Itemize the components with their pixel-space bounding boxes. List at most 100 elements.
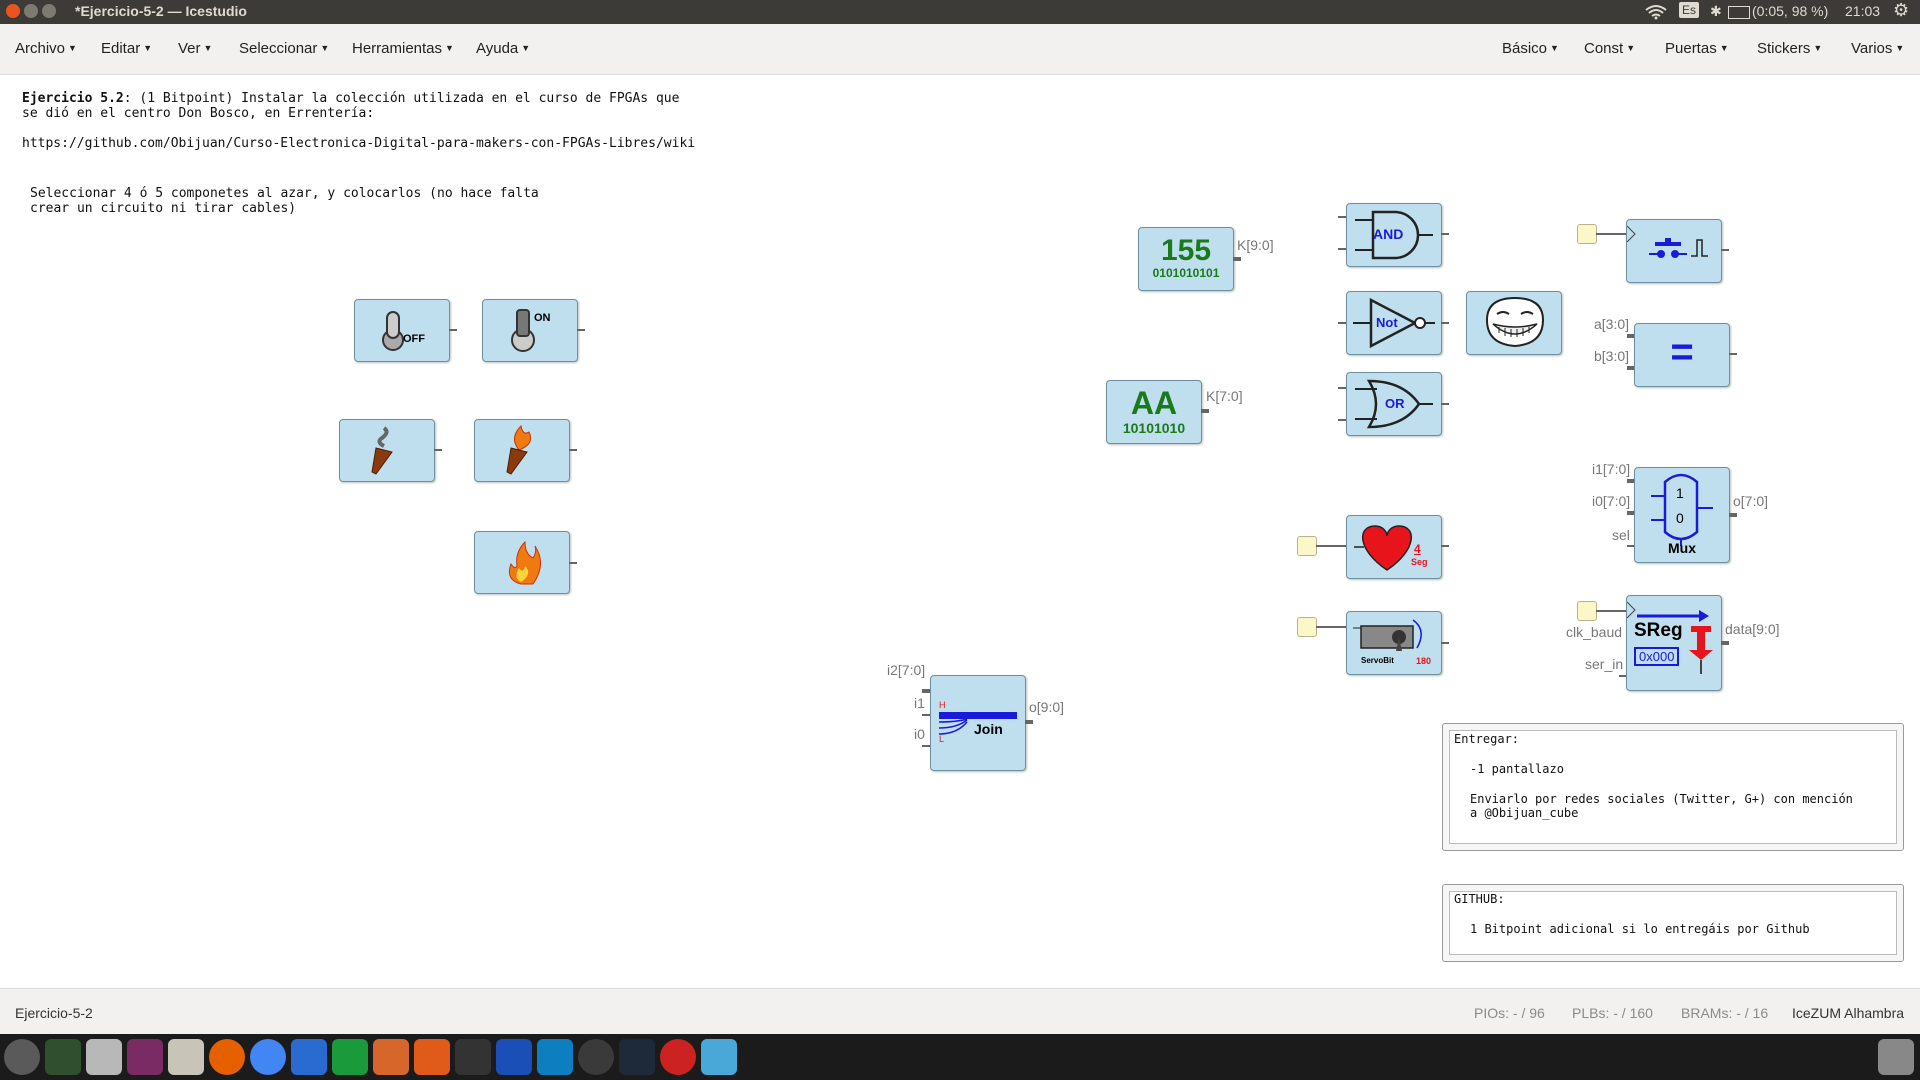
menu-label: Ayuda [476,40,519,57]
keyboard-layout-indicator[interactable]: Es [1679,2,1700,18]
output-pin [1441,642,1449,644]
entregar-note[interactable]: Entregar: -1 pantallazo Enviarlo por red… [1442,723,1904,851]
join-high-marker: H [939,700,946,710]
switch-on-block[interactable]: ON [482,299,578,362]
menu-label: Stickers [1757,40,1811,57]
mux-input1-label: 1 [1676,485,1684,501]
output-pin [1729,353,1737,355]
menu-ver[interactable]: Ver ▼ [178,40,212,57]
constant-bits: 0101010101 [1152,266,1220,280]
minimize-window-button[interactable] [24,4,38,18]
terminal-icon[interactable] [455,1039,491,1075]
output-pin [1721,641,1729,645]
mux-label: Mux [1668,540,1696,556]
comparator-block[interactable]: = [1634,323,1730,387]
steam-icon[interactable] [619,1039,655,1075]
output-pin [1721,249,1729,251]
system-monitor-icon[interactable] [45,1039,81,1075]
exercise-header[interactable]: Ejercicio 5.2: (1 Bitpoint) Instalar la … [22,91,679,106]
menu-stickers[interactable]: Stickers ▼ [1757,40,1822,57]
github-note[interactable]: GITHUB: 1 Bitpoint adicional si lo entre… [1442,884,1904,962]
target-app-icon[interactable] [578,1039,614,1075]
torch-on-block[interactable] [474,419,570,482]
input-port-box[interactable] [1577,601,1597,621]
plbs-usage: PLBs: - / 160 [1572,1005,1653,1021]
menu-puertas[interactable]: Puertas ▼ [1665,40,1729,57]
menu-archivo[interactable]: Archivo ▼ [15,40,77,57]
caret-down-icon: ▼ [1813,43,1823,53]
gate-label: Not [1376,315,1398,330]
writer-icon[interactable] [291,1039,327,1075]
arduino-icon[interactable] [537,1039,573,1075]
input-port-box[interactable] [1297,617,1317,637]
battery-icon[interactable] [1728,6,1750,19]
caret-down-icon: ▼ [68,43,77,53]
output-pin [577,329,585,331]
heart-timer-block[interactable]: 4 Seg [1346,515,1442,579]
constant-value: AA [1130,385,1178,421]
caret-down-icon: ▼ [445,43,454,53]
screen-recorder-icon[interactable] [660,1039,696,1075]
troll-face-icon [1485,296,1545,348]
maximize-window-button[interactable] [42,4,56,18]
settings-icon[interactable] [86,1039,122,1075]
not-gate-block[interactable]: Not [1346,291,1442,355]
mux-block[interactable]: 1 0 Mux [1634,467,1730,563]
output-pin [434,449,442,451]
impress-icon[interactable] [373,1039,409,1075]
chrome-icon[interactable] [250,1039,286,1075]
output-pin [1441,322,1449,324]
troll-face-sticker[interactable] [1466,291,1562,355]
calc-icon[interactable] [332,1039,368,1075]
join-block[interactable]: H L Join [930,675,1026,771]
shift-register-block[interactable]: SReg 0x000 [1626,595,1722,691]
constant-155-block[interactable]: 155 0101010101 [1138,227,1234,291]
constant-aa-block[interactable]: AA 10101010 [1106,380,1202,444]
equals-symbol: = [1670,330,1694,374]
fire-block[interactable] [474,531,570,594]
freecad-icon[interactable] [496,1039,532,1075]
bluetooth-icon[interactable]: ✱ [1710,3,1722,20]
output-pin [1233,257,1241,261]
screenshot-app-icon[interactable] [127,1039,163,1075]
torch-off-block[interactable] [339,419,435,482]
file-manager-icon[interactable] [168,1039,204,1075]
clock[interactable]: 21:03 [1845,3,1880,19]
port-label: ser_in [1585,656,1624,672]
menu-label: Archivo [15,40,66,57]
design-canvas[interactable]: Ejercicio 5.2: (1 Bitpoint) Instalar la … [0,75,1920,988]
mux-input0-label: 0 [1676,510,1684,526]
switch-off-block[interactable]: OFF [354,299,450,362]
menu-herramientas[interactable]: Herramientas ▼ [352,40,454,57]
port-label: K[9:0] [1237,237,1274,253]
menu-seleccionar[interactable]: Seleccionar ▼ [239,40,329,57]
output-pin [1729,513,1737,517]
menu-ayuda[interactable]: Ayuda ▼ [476,40,530,57]
output-pin [1201,409,1209,413]
wifi-icon[interactable] [1645,4,1667,20]
board-selector[interactable]: IceZUM Alhambra [1792,1005,1904,1021]
pios-usage: PIOs: - / 96 [1474,1005,1545,1021]
menu-launcher-icon[interactable] [4,1039,40,1075]
pushbutton-block[interactable] [1626,219,1722,283]
output-pin [569,449,577,451]
timer-value: 4 [1414,542,1421,556]
note-item: -1 pantallazo [1470,762,1564,776]
servobit-block[interactable]: ServoBit 180 [1346,611,1442,675]
menu-const[interactable]: Const ▼ [1584,40,1635,57]
close-window-button[interactable] [6,4,20,18]
caret-down-icon: ▼ [143,43,153,53]
menu-editar[interactable]: Editar ▼ [101,40,152,57]
trash-icon[interactable] [1878,1039,1914,1075]
menu-varios[interactable]: Varios ▼ [1851,40,1904,57]
settings-gear-icon[interactable]: ⚙ [1893,0,1909,21]
or-gate-block[interactable]: OR [1346,372,1442,436]
constant-bits: 10101010 [1122,420,1186,436]
menu-basico[interactable]: Básico ▼ [1502,40,1559,57]
input-port-box[interactable] [1577,224,1597,244]
input-port-box[interactable] [1297,536,1317,556]
software-center-icon[interactable] [414,1039,450,1075]
icestudio-icon[interactable] [701,1039,737,1075]
firefox-icon[interactable] [209,1039,245,1075]
and-gate-block[interactable]: AND [1346,203,1442,267]
